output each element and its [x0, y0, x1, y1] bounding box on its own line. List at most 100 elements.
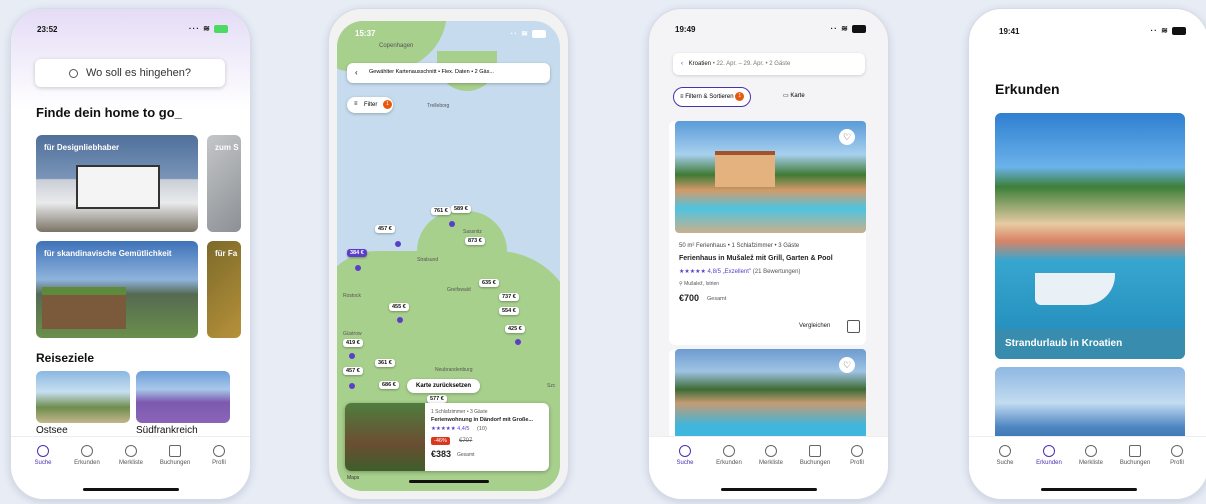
listing-rating: ★★★★★ 4,4/5: [431, 426, 470, 432]
price-pin[interactable]: 737 €: [499, 293, 519, 301]
map-marker[interactable]: [395, 241, 401, 247]
map-search-bar[interactable]: ‹ Gewählter Kartenausschnitt • Flex. Dat…: [347, 63, 550, 83]
compass-icon: [81, 445, 93, 457]
tab-profil[interactable]: Profil: [197, 445, 241, 466]
compare-checkbox[interactable]: [847, 320, 860, 333]
tab-profil[interactable]: Profil: [1155, 445, 1199, 466]
price-pin[interactable]: 425 €: [505, 325, 525, 333]
listing-meta: 50 m² Ferienhaus • 1 Schlafzimmer • 3 Gä…: [679, 243, 800, 249]
listing-price: €700: [679, 293, 700, 303]
reset-map-button[interactable]: Karte zurücksetzen: [407, 379, 481, 393]
tab-label: Buchungen: [1119, 460, 1151, 466]
map-listing-card[interactable]: 1 Schlafzimmer • 3 Gäste Ferienwohnung i…: [345, 403, 549, 471]
status-time: 19:49: [675, 25, 696, 34]
tab-bar: Suche Erkunden Merkliste Buchungen Profi…: [11, 436, 250, 499]
tab-buchungen[interactable]: Buchungen: [1113, 445, 1157, 466]
tab-buchungen[interactable]: Buchungen: [153, 445, 197, 466]
listing-card[interactable]: ♡: [669, 349, 866, 439]
map-search-text: Gewählter Kartenausschnitt • Flex. Daten…: [369, 69, 494, 75]
category-card-partial[interactable]: zum S: [207, 135, 241, 232]
heart-icon[interactable]: ♡: [839, 129, 855, 145]
price-pin[interactable]: 554 €: [499, 307, 519, 315]
tab-erkunden[interactable]: Erkunden: [1027, 445, 1071, 466]
filter-button[interactable]: ≡ Filter 1: [347, 97, 393, 113]
tab-erkunden[interactable]: Erkunden: [65, 445, 109, 466]
map-marker[interactable]: [355, 265, 361, 271]
phone-map-screen: 15:37 ·· ≋ Copenhagen ‹ Gewählter Karten…: [328, 8, 569, 500]
price-pin[interactable]: 686 €: [379, 381, 399, 389]
tab-bar: Suche Erkunden Merkliste Buchungen Profi…: [649, 436, 888, 499]
tab-suche[interactable]: Suche: [983, 445, 1027, 466]
map-place-label: Stralsund: [417, 257, 439, 263]
listing-image: [675, 121, 866, 233]
listing-image: [675, 349, 866, 439]
category-card-partial[interactable]: für Fa: [207, 241, 241, 338]
map-marker[interactable]: [449, 221, 455, 227]
status-bar: 19:49 ·· ≋: [649, 9, 888, 45]
search-details: • 22. Apr. – 29. Apr. • 2 Gäste: [712, 61, 791, 67]
page-heading: Finde dein home to go_: [36, 105, 182, 120]
price-pin[interactable]: 873 €: [465, 237, 485, 245]
maps-attribution: Maps: [347, 475, 360, 481]
tab-merkliste[interactable]: Merkliste: [1069, 445, 1113, 466]
filter-sort-button[interactable]: ≡ Filtern & Sortieren 1: [673, 87, 752, 107]
listing-reviews: (10): [477, 426, 487, 432]
tab-suche[interactable]: Suche: [663, 445, 707, 466]
tab-label: Erkunden: [716, 460, 742, 466]
tab-merkliste[interactable]: Merkliste: [109, 445, 153, 466]
map-marker[interactable]: [515, 339, 521, 345]
explore-card-croatia[interactable]: Strandurlaub in Kroatien: [995, 113, 1185, 359]
tab-erkunden[interactable]: Erkunden: [707, 445, 751, 466]
search-input[interactable]: Wo soll es hingehen?: [35, 59, 225, 87]
listing-location: Mušalež, Istrien: [684, 281, 720, 287]
boat-shape: [1035, 273, 1115, 305]
battery-icon: [852, 24, 866, 33]
category-card-design[interactable]: für Designliebhaber: [36, 135, 198, 232]
destination-card-suedfrankreich[interactable]: [136, 371, 230, 423]
briefcase-icon: [809, 445, 821, 457]
battery-icon: [532, 29, 546, 38]
back-arrow-icon: ‹: [681, 61, 683, 67]
tab-merkliste[interactable]: Merkliste: [749, 445, 793, 466]
price-pin[interactable]: 635 €: [479, 279, 499, 287]
map-button[interactable]: ▭ Karte: [777, 87, 811, 105]
map-view[interactable]: 15:37 ·· ≋ Copenhagen ‹ Gewählter Karten…: [337, 21, 560, 491]
tab-suche[interactable]: Suche: [21, 445, 65, 466]
price-pin-selected[interactable]: 384 €: [347, 249, 367, 257]
price-pin[interactable]: 457 €: [375, 225, 395, 233]
status-time: 19:41: [999, 27, 1020, 36]
compare-label: Vergleichen: [799, 323, 831, 329]
status-bar: 19:41 ·· ≋: [969, 9, 1206, 45]
status-bar: 23:52 ··· ≋: [11, 9, 250, 45]
price-pin[interactable]: 361 €: [375, 359, 395, 367]
tab-buchungen[interactable]: Buchungen: [793, 445, 837, 466]
tab-label: Merkliste: [758, 460, 783, 466]
map-marker[interactable]: [349, 383, 355, 389]
heart-icon: [1085, 445, 1097, 457]
heart-icon[interactable]: ♡: [839, 357, 855, 373]
search-placeholder: Wo soll es hingehen?: [86, 67, 191, 79]
back-arrow-icon: ‹: [355, 68, 358, 77]
map-marker[interactable]: [397, 317, 403, 323]
listing-card[interactable]: ♡ 50 m² Ferienhaus • 1 Schlafzimmer • 3 …: [669, 121, 866, 345]
map-place-label: Neubrandenburg: [435, 367, 473, 373]
price-pin[interactable]: 577 €: [427, 395, 447, 403]
map-marker[interactable]: [349, 353, 355, 359]
price-pin[interactable]: 419 €: [343, 339, 363, 347]
price-pin[interactable]: 455 €: [389, 303, 409, 311]
tab-label: Suche: [996, 460, 1014, 466]
category-card-scandinavian[interactable]: für skandinavische Gemütlichkeit: [36, 241, 198, 338]
price-pin[interactable]: 589 €: [451, 205, 471, 213]
compass-icon: [723, 445, 735, 457]
price-pin[interactable]: 457 €: [343, 367, 363, 375]
explore-card-next[interactable]: [995, 367, 1185, 447]
destination-card-ostsee[interactable]: [36, 371, 130, 423]
compass-icon: [1043, 445, 1055, 457]
tab-bar: Suche Erkunden Merkliste Buchungen Profi…: [969, 436, 1206, 499]
status-icons: ··· ≋: [189, 24, 228, 33]
search-summary-bar[interactable]: ‹ Kroatien • 22. Apr. – 29. Apr. • 2 Gäs…: [673, 53, 865, 75]
tab-profil[interactable]: Profil: [835, 445, 879, 466]
battery-icon: [214, 24, 228, 33]
price-pin[interactable]: 761 €: [431, 207, 451, 215]
map-place-label: Rostock: [343, 293, 362, 299]
